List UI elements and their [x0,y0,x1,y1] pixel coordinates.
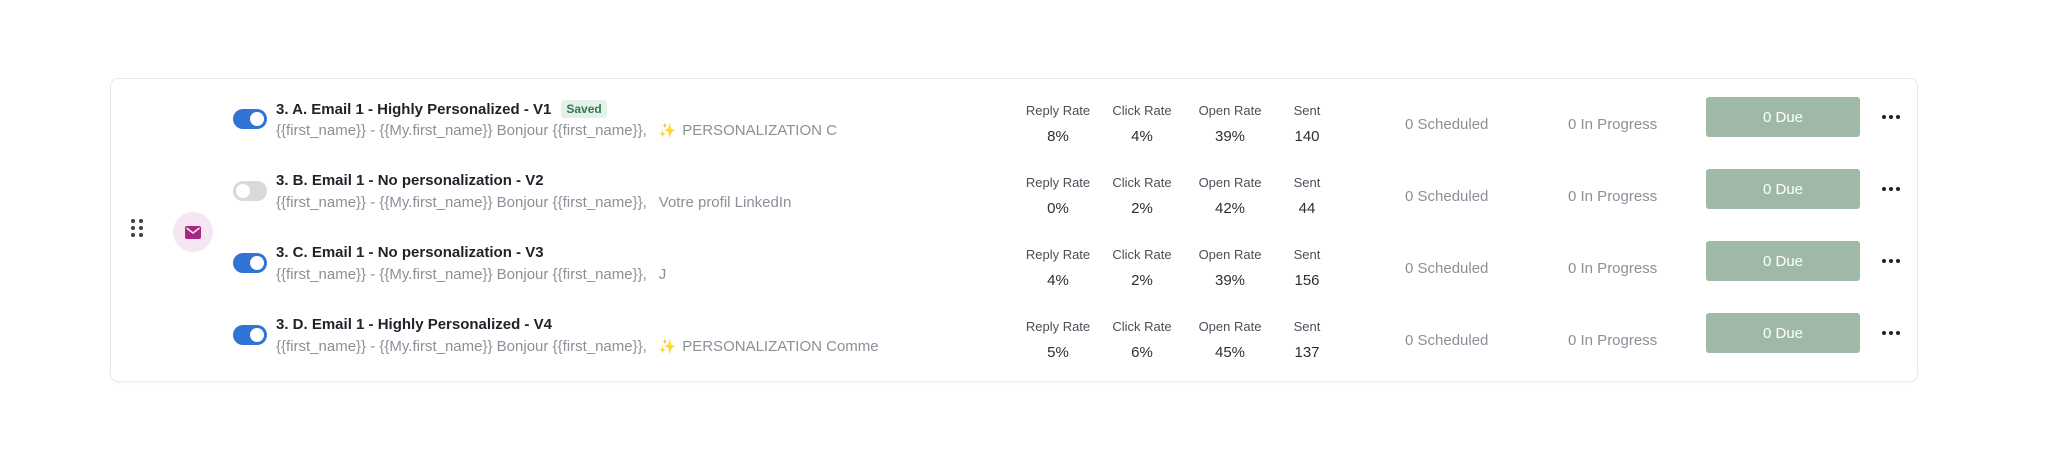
scheduled-count[interactable]: 0 Scheduled [1405,332,1488,349]
variant-row: 3. C. Email 1 - No personalization - V3 … [111,239,1917,299]
due-button[interactable]: 0 Due [1706,97,1860,137]
variant-row: 3. A. Email 1 - Highly Personalized - V1… [111,95,1917,155]
reply-rate-metric: Reply Rate 5% [1025,319,1091,361]
sparkle-icon: ✨ [658,338,677,354]
reply-rate-metric: Reply Rate 4% [1025,247,1091,289]
in-progress-count[interactable]: 0 In Progress [1568,260,1657,277]
saved-badge: Saved [561,100,607,118]
due-button[interactable]: 0 Due [1706,169,1860,209]
variant-toggle[interactable] [233,253,267,273]
scheduled-count[interactable]: 0 Scheduled [1405,188,1488,205]
reply-rate-metric: Reply Rate 8% [1025,103,1091,145]
sparkle-icon: ✨ [658,122,677,138]
sent-metric: Sent 156 [1293,247,1321,289]
more-options-icon[interactable] [1879,253,1903,269]
click-rate-metric: Click Rate 6% [1112,319,1172,361]
variant-row: 3. B. Email 1 - No personalization - V2 … [111,167,1917,227]
in-progress-count[interactable]: 0 In Progress [1568,332,1657,349]
variant-title[interactable]: 3. B. Email 1 - No personalization - V2 [276,172,544,189]
variant-subject: {{first_name}} - {{My.first_name}} Bonjo… [276,122,837,139]
variant-subject: {{first_name}} - {{My.first_name}} Bonjo… [276,266,667,283]
scheduled-count[interactable]: 0 Scheduled [1405,260,1488,277]
variant-row: 3. D. Email 1 - Highly Personalized - V4… [111,311,1917,371]
variant-title[interactable]: 3. A. Email 1 - Highly Personalized - V1 [276,101,551,118]
variant-toggle[interactable] [233,109,267,129]
in-progress-count[interactable]: 0 In Progress [1568,188,1657,205]
click-rate-metric: Click Rate 2% [1112,247,1172,289]
variant-title[interactable]: 3. C. Email 1 - No personalization - V3 [276,244,544,261]
sent-metric: Sent 140 [1293,103,1321,145]
due-button[interactable]: 0 Due [1706,313,1860,353]
email-step-card: 3. A. Email 1 - Highly Personalized - V1… [110,78,1918,382]
variant-toggle[interactable] [233,181,267,201]
variant-toggle[interactable] [233,325,267,345]
click-rate-metric: Click Rate 4% [1112,103,1172,145]
variant-subject: {{first_name}} - {{My.first_name}} Bonjo… [276,194,792,211]
scheduled-count[interactable]: 0 Scheduled [1405,116,1488,133]
variant-subject: {{first_name}} - {{My.first_name}} Bonjo… [276,338,879,355]
variant-title[interactable]: 3. D. Email 1 - Highly Personalized - V4 [276,316,552,333]
more-options-icon[interactable] [1879,325,1903,341]
sent-metric: Sent 137 [1293,319,1321,361]
due-button[interactable]: 0 Due [1706,241,1860,281]
click-rate-metric: Click Rate 2% [1112,175,1172,217]
more-options-icon[interactable] [1879,181,1903,197]
more-options-icon[interactable] [1879,109,1903,125]
sent-metric: Sent 44 [1293,175,1321,217]
reply-rate-metric: Reply Rate 0% [1025,175,1091,217]
in-progress-count[interactable]: 0 In Progress [1568,116,1657,133]
